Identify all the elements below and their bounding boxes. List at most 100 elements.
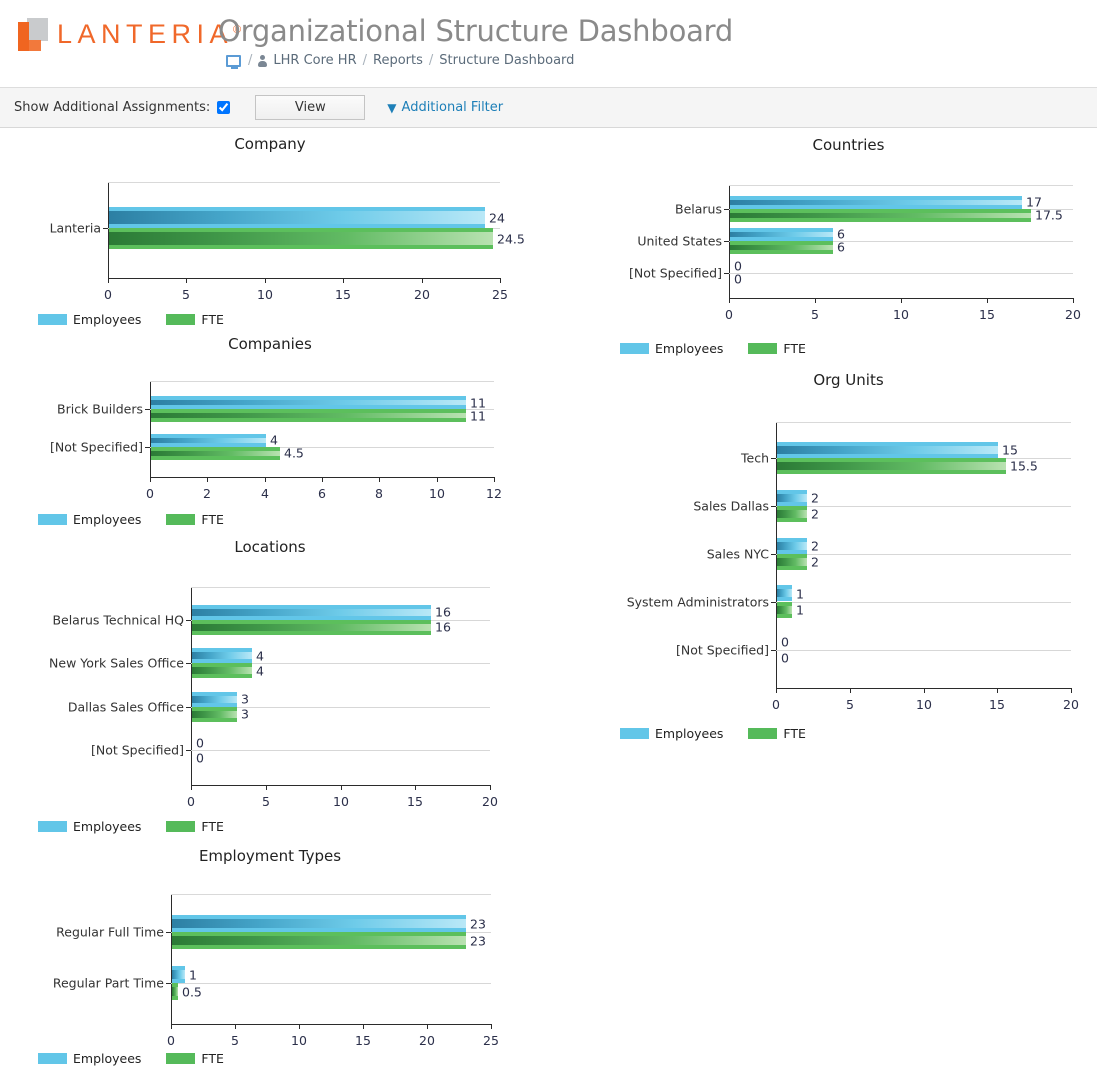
y-tick-companies-0 <box>145 409 150 410</box>
bar-locations-0-fte[interactable] <box>192 620 431 635</box>
gridline-employment-types-1 <box>171 983 491 984</box>
breadcrumb: / LHR Core HR / Reports / Structure Dash… <box>226 53 733 69</box>
legend-item-employees[interactable]: Employees <box>38 819 141 834</box>
bar-fill <box>192 696 237 703</box>
x-tick-employment-types-2 <box>299 1024 300 1029</box>
view-button[interactable]: View <box>255 95 366 120</box>
bar-org-units-1-fte[interactable] <box>777 506 807 522</box>
legend-item-fte[interactable]: FTE <box>748 726 806 741</box>
bar-fill <box>777 542 807 550</box>
value-label-org-units-1-fte: 2 <box>811 506 819 522</box>
bar-locations-1-employees[interactable] <box>192 648 252 663</box>
bar-companies-1-fte[interactable] <box>151 447 280 460</box>
bar-fill <box>777 589 792 597</box>
breadcrumb-item-lhr-core-hr[interactable]: LHR Core HR <box>273 53 356 68</box>
x-tick-label-countries-4: 20 <box>1065 307 1081 322</box>
bar-countries-0-employees[interactable] <box>730 196 1022 209</box>
bar-locations-2-employees[interactable] <box>192 692 237 707</box>
bar-org-units-2-fte[interactable] <box>777 554 807 570</box>
x-tick-label-employment-types-1: 5 <box>231 1033 239 1048</box>
brand-logo[interactable]: LANTERIA® <box>18 18 241 51</box>
bar-org-units-2-employees[interactable] <box>777 538 807 554</box>
bar-fill <box>192 609 431 616</box>
bar-employment-types-1-employees[interactable] <box>172 966 185 983</box>
bar-fill <box>109 232 493 245</box>
bar-org-units-3-fte[interactable] <box>777 602 792 618</box>
chart-title-employment-types: Employment Types <box>198 847 342 865</box>
x-tick-org-units-1 <box>850 688 851 693</box>
show-additional-assignments-checkbox[interactable] <box>217 101 231 114</box>
bar-companies-1-employees[interactable] <box>151 434 266 447</box>
y-tick-org-units-3 <box>771 602 776 603</box>
legend-item-employees[interactable]: Employees <box>38 1051 141 1066</box>
legend-item-fte[interactable]: FTE <box>166 512 224 527</box>
value-label-locations-3-fte: 0 <box>196 750 204 766</box>
bar-employment-types-0-fte[interactable] <box>172 932 466 949</box>
bar-org-units-3-employees[interactable] <box>777 585 792 601</box>
value-label-employment-types-0-fte: 23 <box>470 933 486 949</box>
category-label-locations-3: [Not Specified] <box>90 742 184 758</box>
bar-countries-0-fte[interactable] <box>730 209 1031 222</box>
x-tick-company-1 <box>186 278 187 283</box>
legend-item-fte[interactable]: FTE <box>166 312 224 327</box>
value-label-companies-1-employees: 4 <box>270 432 278 448</box>
bar-fill <box>151 438 266 443</box>
bar-countries-1-employees[interactable] <box>730 228 833 241</box>
category-label-countries-2: [Not Specified] <box>628 265 722 281</box>
bar-locations-0-employees[interactable] <box>192 605 431 620</box>
x-tick-label-org-units-0: 0 <box>772 697 780 712</box>
brand-name: LANTERIA® <box>57 19 241 50</box>
legend-item-employees[interactable]: Employees <box>620 341 723 356</box>
bar-locations-1-fte[interactable] <box>192 663 252 678</box>
bar-org-units-1-employees[interactable] <box>777 490 807 506</box>
legend-item-employees[interactable]: Employees <box>38 512 141 527</box>
bar-org-units-0-employees[interactable] <box>777 442 998 458</box>
value-label-locations-1-employees: 4 <box>256 648 264 664</box>
y-axis-employment-types <box>171 894 172 1024</box>
bar-org-units-0-fte[interactable] <box>777 458 1006 474</box>
category-label-countries-0: Belarus <box>675 201 722 217</box>
legend-swatch-fte <box>748 343 778 354</box>
bar-countries-1-fte[interactable] <box>730 241 833 254</box>
bar-companies-0-employees[interactable] <box>151 396 466 409</box>
bar-company-0-employees[interactable] <box>109 207 485 228</box>
plot-area-employment-types: Regular Full Time 23 23 Regular Part Time 1 0… <box>53 894 499 1048</box>
x-tick-org-units-3 <box>997 688 998 693</box>
legend-item-employees[interactable]: Employees <box>38 312 141 327</box>
legend-label-employees: Employees <box>73 512 142 527</box>
bar-employment-types-0-employees[interactable] <box>172 915 466 932</box>
additional-filter-link[interactable]: ▼ Additional Filter <box>387 100 503 115</box>
legend-label-fte: FTE <box>783 341 806 356</box>
value-label-org-units-3-employees: 1 <box>796 586 804 602</box>
bar-fill <box>151 451 280 456</box>
y-tick-countries-1 <box>724 241 729 242</box>
bar-employment-types-1-fte[interactable] <box>172 983 178 1000</box>
page-header: LANTERIA® Organizational Structure Dashb… <box>0 0 1097 88</box>
x-tick-label-companies-1: 2 <box>203 486 211 501</box>
legend-item-fte[interactable]: FTE <box>748 341 806 356</box>
x-tick-employment-types-0 <box>171 1024 172 1029</box>
x-tick-companies-3 <box>322 477 323 482</box>
legend-item-employees[interactable]: Employees <box>620 726 723 741</box>
bar-companies-0-fte[interactable] <box>151 409 466 422</box>
bar-fill <box>777 606 792 614</box>
legend-item-fte[interactable]: FTE <box>166 819 224 834</box>
chart-panel-employment-types: Employment Types <box>0 847 540 865</box>
value-label-org-units-4-employees: 0 <box>781 634 789 650</box>
breadcrumb-item-structure-dashboard[interactable]: Structure Dashboard <box>439 53 574 68</box>
value-label-locations-1-fte: 4 <box>256 663 264 679</box>
bar-locations-2-fte[interactable] <box>192 707 237 722</box>
plot-area-company: Lanteria 24 24.5 0 5 10 15 20 25 <box>50 182 525 302</box>
monitor-icon[interactable] <box>226 54 241 69</box>
bar-fill <box>777 462 1006 470</box>
x-tick-label-employment-types-0: 0 <box>167 1033 175 1048</box>
x-tick-label-locations-3: 15 <box>407 794 423 809</box>
breadcrumb-item-reports[interactable]: Reports <box>373 53 423 68</box>
filter-toolbar: Show Additional Assignments: View ▼ Addi… <box>0 88 1097 128</box>
x-tick-label-org-units-2: 10 <box>916 697 932 712</box>
legend-item-fte[interactable]: FTE <box>166 1051 224 1066</box>
legend-label-fte: FTE <box>783 726 806 741</box>
legend-label-employees: Employees <box>655 341 724 356</box>
value-label-countries-2-fte: 0 <box>734 271 742 287</box>
bar-company-0-fte[interactable] <box>109 228 493 249</box>
